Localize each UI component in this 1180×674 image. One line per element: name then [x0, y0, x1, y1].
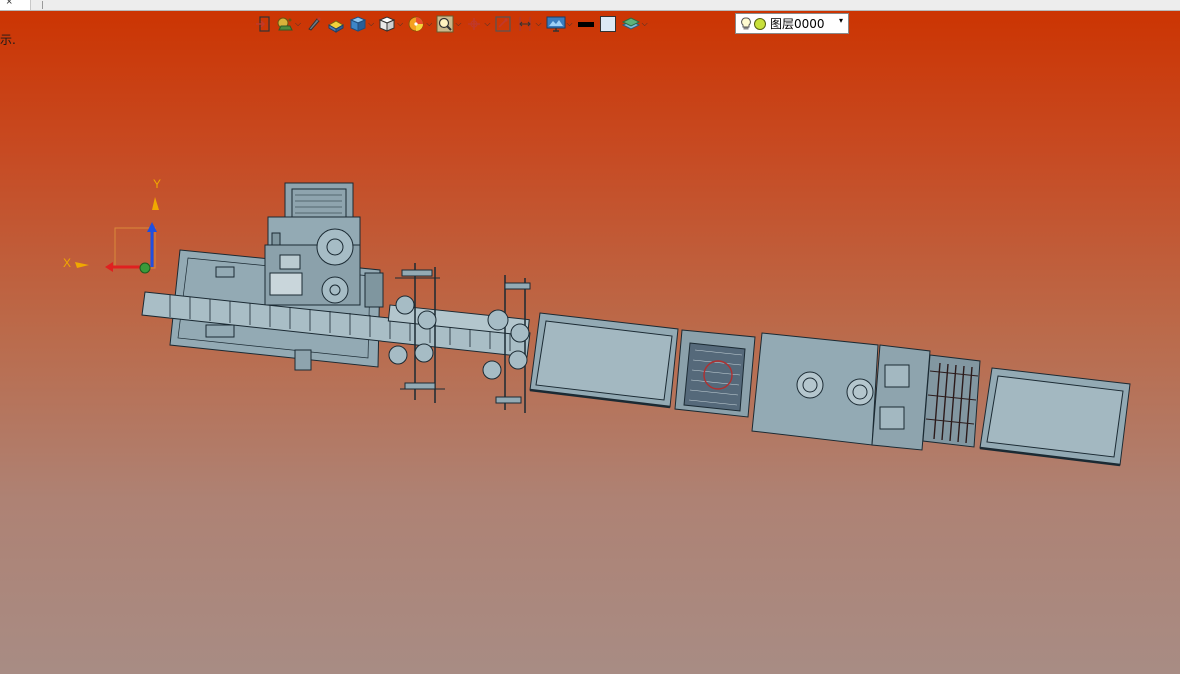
wrapper-module[interactable]: [751, 332, 931, 451]
chevron-down-icon[interactable]: ⌵: [484, 19, 490, 29]
tab-close-icon[interactable]: ×: [6, 0, 12, 8]
heater-grid-chamber[interactable]: [674, 329, 756, 418]
chevron-down-icon[interactable]: ⌵: [642, 19, 648, 29]
material-button[interactable]: [327, 13, 345, 35]
chevron-down-icon[interactable]: ⌵: [567, 19, 573, 29]
standard-view-button[interactable]: ⌵: [378, 13, 403, 35]
color-wheel-icon: [408, 16, 424, 32]
sketch-pen-button[interactable]: [305, 13, 323, 35]
cad-model-production-line[interactable]: [130, 175, 1140, 475]
line-color-button[interactable]: [577, 13, 595, 35]
zoom-search-icon: [436, 15, 454, 33]
x-axis-ref-head: [75, 262, 89, 268]
measure-icon: [519, 17, 532, 31]
exit-button[interactable]: [254, 13, 272, 35]
chevron-down-icon[interactable]: ⌵: [295, 19, 301, 29]
tab-separator: [42, 1, 43, 9]
origin-crosshair-icon: [468, 18, 481, 30]
layer-manager-button[interactable]: ⌵: [621, 13, 648, 35]
shaded-view-button[interactable]: ⌵: [349, 13, 374, 35]
output-conveyor-box[interactable]: [979, 367, 1131, 467]
layer-stack-icon: [621, 17, 640, 30]
material-block-icon: [328, 20, 345, 33]
appearance-button[interactable]: ⌵: [407, 13, 432, 35]
display-monitor-icon: [546, 16, 566, 32]
x-axis-head: [105, 262, 113, 272]
view-toolbar: ⌵ ⌵ ⌵ ⌵ ⌵ ⌵ ⌵ ⌵ ⌵: [254, 13, 652, 35]
white-cube-icon: [378, 16, 396, 32]
chevron-down-icon[interactable]: ⌵: [455, 19, 461, 29]
box-select-icon: [495, 16, 512, 32]
box-select-button[interactable]: [494, 13, 512, 35]
layer-name: 图层0000: [770, 17, 825, 31]
zoom-button[interactable]: ⌵: [436, 13, 461, 35]
line-color-swatch: [577, 22, 594, 27]
exit-icon: [256, 16, 270, 32]
transfer-conveyor-box-1[interactable]: [529, 312, 679, 409]
document-tab[interactable]: ×: [0, 0, 31, 10]
blue-cube-icon: [349, 16, 367, 32]
chevron-down-icon[interactable]: ⌵: [426, 19, 432, 29]
chevron-down-icon[interactable]: ⌵: [368, 19, 374, 29]
render-mode-button[interactable]: ⌵: [276, 13, 301, 35]
lightbulb-icon[interactable]: [741, 17, 751, 31]
display-button[interactable]: ⌵: [546, 13, 573, 35]
layer-color-dot-icon[interactable]: [753, 17, 767, 31]
layer-dropdown[interactable]: 图层0000 ▾: [735, 13, 849, 34]
dropdown-arrow-icon[interactable]: ▾: [839, 16, 843, 25]
x-axis-label: X: [63, 256, 71, 270]
measure-button[interactable]: ⌵: [516, 13, 542, 35]
chevron-down-icon[interactable]: ⌵: [397, 19, 403, 29]
chevron-down-icon[interactable]: ⌵: [535, 19, 541, 29]
fill-color-swatch: [599, 16, 616, 32]
tab-strip: ×: [0, 0, 1180, 11]
pen-icon: [308, 17, 322, 31]
origin-button[interactable]: ⌵: [465, 13, 490, 35]
fill-color-button[interactable]: [599, 13, 617, 35]
cutter-rack[interactable]: [922, 354, 981, 448]
snail-render-icon: [277, 17, 293, 31]
